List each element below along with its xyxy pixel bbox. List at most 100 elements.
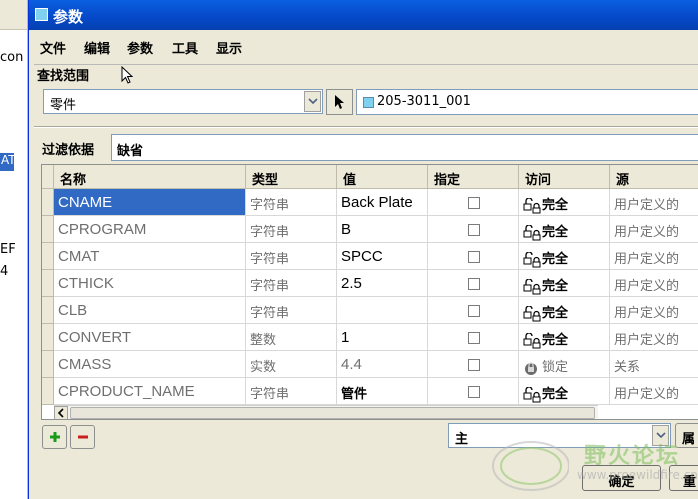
param-name-cell[interactable]: CNAME <box>54 189 246 216</box>
param-source-cell[interactable]: 用户定义的 <box>610 378 698 405</box>
param-source-cell[interactable]: 用户定义的 <box>610 189 698 216</box>
param-source-cell[interactable]: 用户定义的 <box>610 297 698 324</box>
menu-tools[interactable]: 工具 <box>172 38 198 57</box>
param-type-cell[interactable]: 字符串 <box>246 270 337 297</box>
column-header-type[interactable]: 类型 <box>246 165 337 189</box>
row-header-corner <box>42 165 54 189</box>
param-source-cell[interactable]: 用户定义的 <box>610 216 698 243</box>
divider <box>34 126 698 128</box>
param-source-cell[interactable]: 用户定义的 <box>610 324 698 351</box>
menu-file[interactable]: 文件 <box>40 38 66 57</box>
title-bar[interactable]: 参数 <box>29 0 698 30</box>
row-header[interactable] <box>42 351 54 378</box>
column-header-name[interactable]: 名称 <box>54 165 246 189</box>
param-designate-cell <box>428 270 519 297</box>
param-type-cell[interactable]: 实数 <box>246 351 337 378</box>
access-label: 完全 <box>542 333 569 348</box>
pointer-icon <box>335 95 344 109</box>
row-header[interactable] <box>42 378 54 405</box>
param-type-cell[interactable]: 字符串 <box>246 189 337 216</box>
param-value-cell[interactable]: 2.5 <box>337 270 428 297</box>
column-header-value[interactable]: 值 <box>337 165 428 189</box>
scope-value: 零件 <box>50 98 77 113</box>
background-text-3: 4 <box>0 264 9 279</box>
horizontal-scrollbar[interactable] <box>54 405 598 419</box>
param-value-cell[interactable]: 1 <box>337 324 428 351</box>
param-value-cell[interactable] <box>337 297 428 324</box>
unlock-icon <box>523 332 541 348</box>
scope-combo[interactable]: 零件 <box>43 89 323 114</box>
designate-checkbox[interactable] <box>468 305 480 317</box>
param-type-cell[interactable]: 字符串 <box>246 297 337 324</box>
row-header[interactable] <box>42 243 54 270</box>
column-header-source[interactable]: 源 <box>610 165 698 189</box>
row-header[interactable] <box>42 297 54 324</box>
param-name-cell[interactable]: CPROGRAM <box>54 216 246 243</box>
menu-edit[interactable]: 编辑 <box>84 38 110 57</box>
param-name-cell[interactable]: CMAT <box>54 243 246 270</box>
main-combo-value: 主 <box>455 432 469 447</box>
designate-checkbox[interactable] <box>468 197 480 209</box>
lock-icon <box>525 361 537 375</box>
designate-checkbox[interactable] <box>468 332 480 344</box>
unlock-icon <box>523 197 541 213</box>
param-name-cell[interactable]: CMASS <box>54 351 246 378</box>
designate-checkbox[interactable] <box>468 251 480 263</box>
scroll-left-button[interactable] <box>54 406 68 419</box>
param-designate-cell <box>428 378 519 405</box>
param-type-cell[interactable]: 字符串 <box>246 378 337 405</box>
param-source-cell[interactable]: 用户定义的 <box>610 270 698 297</box>
param-type-cell[interactable]: 字符串 <box>246 216 337 243</box>
plus-icon <box>50 432 60 442</box>
param-type-cell[interactable]: 字符串 <box>246 243 337 270</box>
model-field[interactable]: 205-3011_001 <box>356 89 698 115</box>
menu-bar: 文件 编辑 参数 工具 显示 <box>29 30 698 60</box>
row-header[interactable] <box>42 324 54 351</box>
param-value-cell[interactable]: Back Plate <box>337 189 428 216</box>
menu-parameters[interactable]: 参数 <box>127 38 153 57</box>
designate-checkbox[interactable] <box>468 278 480 290</box>
remove-parameter-button[interactable] <box>70 425 95 449</box>
menu-display[interactable]: 显示 <box>216 38 242 57</box>
param-name-cell[interactable]: CTHICK <box>54 270 246 297</box>
param-name-cell[interactable]: CPRODUCT_NAME <box>54 378 246 405</box>
param-access-cell[interactable]: 完全 <box>519 378 610 405</box>
access-label: 完全 <box>542 252 569 267</box>
unlock-icon <box>523 278 541 294</box>
param-source-cell[interactable]: 关系 <box>610 351 698 378</box>
scroll-thumb[interactable] <box>70 407 595 419</box>
param-access-cell[interactable]: 完全 <box>519 216 610 243</box>
designate-checkbox[interactable] <box>468 359 480 371</box>
param-access-cell[interactable]: 完全 <box>519 189 610 216</box>
row-header[interactable] <box>42 270 54 297</box>
param-value-cell[interactable]: 管件 <box>337 378 428 405</box>
column-header-designate[interactable]: 指定 <box>428 165 519 189</box>
chevron-down-icon[interactable] <box>304 91 321 112</box>
unlock-icon <box>523 251 541 267</box>
add-parameter-button[interactable] <box>42 425 67 449</box>
param-access-cell[interactable]: 完全 <box>519 297 610 324</box>
param-value-cell[interactable]: SPCC <box>337 243 428 270</box>
access-label: 锁定 <box>542 360 569 375</box>
column-header-access[interactable]: 访问 <box>519 165 610 189</box>
minus-icon <box>78 435 88 439</box>
param-name-cell[interactable]: CLB <box>54 297 246 324</box>
param-designate-cell <box>428 324 519 351</box>
param-access-cell[interactable]: 完全 <box>519 270 610 297</box>
param-access-cell[interactable]: 锁定 <box>519 351 610 378</box>
param-value-cell[interactable]: 4.4 <box>337 351 428 378</box>
parameters-table: 名称 类型 值 指定 访问 源 CNAME 字符串 Back Plate 完全 用户定义… <box>41 164 698 420</box>
param-name-cell[interactable]: CONVERT <box>54 324 246 351</box>
part-icon <box>363 97 374 108</box>
param-access-cell[interactable]: 完全 <box>519 243 610 270</box>
select-pointer-button[interactable] <box>326 89 353 115</box>
row-header[interactable] <box>42 216 54 243</box>
designate-checkbox[interactable] <box>468 224 480 236</box>
param-source-cell[interactable]: 用户定义的 <box>610 243 698 270</box>
param-value-cell[interactable]: B <box>337 216 428 243</box>
param-type-cell[interactable]: 整数 <box>246 324 337 351</box>
param-access-cell[interactable]: 完全 <box>519 324 610 351</box>
row-header[interactable] <box>42 189 54 216</box>
designate-checkbox[interactable] <box>468 386 480 398</box>
filter-combo[interactable]: 缺省 <box>111 134 698 161</box>
